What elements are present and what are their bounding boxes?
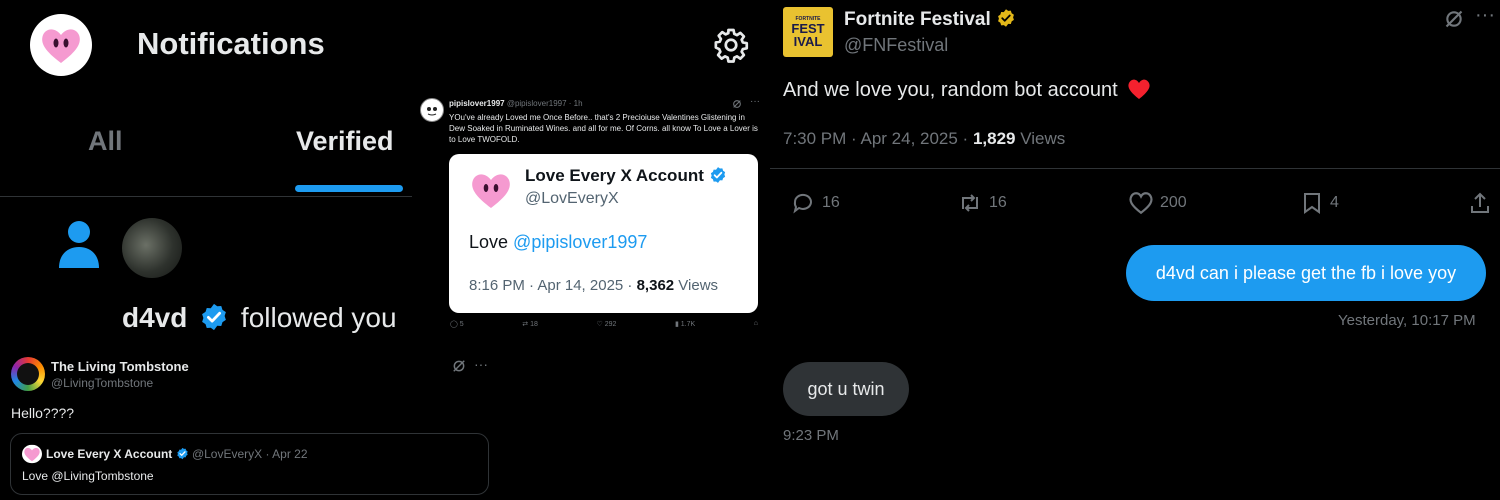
lt-avatar[interactable]	[11, 357, 45, 391]
card-name[interactable]: Love Every X Account	[525, 166, 704, 185]
divider	[770, 168, 1500, 169]
pipis-body: YOu've already Loved me Once Before.. th…	[449, 113, 758, 144]
cartoon-face-icon	[427, 107, 437, 116]
more-icon[interactable]: ···	[1475, 4, 1495, 27]
tab-verified[interactable]: Verified	[296, 126, 394, 157]
more-icon[interactable]: ···	[474, 356, 488, 372]
repost-button[interactable]: ⇄ 18	[522, 320, 538, 328]
person-icon	[59, 221, 99, 268]
follow-text: followed you	[240, 302, 397, 333]
fn-author: Fortnite Festival	[844, 8, 1016, 31]
repost-button[interactable]: 16	[957, 191, 1007, 215]
notifications-panel: Notifications All Verified d4vd followed…	[0, 0, 412, 338]
reply-button[interactable]: ◯ 5	[450, 320, 464, 328]
reply-icon	[793, 193, 812, 214]
lt-name[interactable]: The Living Tombstone	[51, 359, 189, 374]
bookmark-icon	[1304, 193, 1320, 214]
red-heart-icon	[1128, 79, 1150, 99]
bookmark-button[interactable]: 4	[1300, 191, 1339, 215]
fn-views-label: Views	[1015, 129, 1066, 148]
quote-header: Love Every X Account @LovEveryX · Apr 22	[46, 447, 308, 461]
embedded-tweet-card[interactable]: Love Every X Account @LovEveryX Love @pi…	[449, 154, 758, 313]
grok-icon[interactable]	[452, 359, 466, 373]
verified-badge-icon	[176, 447, 188, 460]
fn-tweet-text: And we love you, random bot account	[783, 78, 1151, 102]
pink-heart-icon	[42, 29, 80, 63]
follow-notification[interactable]: d4vd followed you	[122, 302, 397, 334]
quote-name[interactable]: Love Every X Account	[46, 447, 172, 461]
grok-icon[interactable]	[1444, 9, 1464, 29]
sent-message-time: Yesterday, 10:17 PM	[1338, 312, 1476, 329]
quote-meta: @LovEveryX · Apr 22	[191, 447, 308, 461]
mention-link[interactable]: @pipislover1997	[513, 232, 647, 252]
like-count: 200	[1160, 194, 1187, 211]
page-title: Notifications	[137, 26, 325, 61]
bookmark-count: 4	[1330, 194, 1339, 211]
fn-time: 7:30 PM · Apr 24, 2025 ·	[783, 129, 973, 148]
pipis-name[interactable]: pipislover1997	[449, 99, 505, 108]
fn-timestamp: 7:30 PM · Apr 24, 2025 · 1,829 Views	[783, 129, 1065, 149]
settings-gear-icon[interactable]	[713, 27, 749, 63]
verified-badge-icon	[202, 303, 227, 331]
card-timestamp: 8:16 PM · Apr 14, 2025 · 8,362 Views	[469, 277, 718, 294]
share-icon[interactable]	[1468, 191, 1492, 215]
pipis-header: pipislover1997 @pipislover1997 · 1h	[449, 99, 583, 108]
lt-text: Hello????	[11, 405, 75, 421]
pink-heart-icon	[472, 174, 510, 208]
received-message-bubble[interactable]: got u twin	[783, 362, 909, 416]
tab-all[interactable]: All	[88, 126, 123, 157]
fn-views-count: 1,829	[972, 129, 1016, 148]
pipis-meta: @pipislover1997 · 1h	[506, 99, 583, 108]
pipis-avatar[interactable]	[420, 98, 444, 122]
skull-icon	[17, 363, 39, 385]
card-views-label: Views	[674, 277, 719, 294]
more-icon[interactable]: ···	[750, 96, 760, 107]
fn-handle[interactable]: @FNFestival	[844, 35, 948, 56]
follower-avatar[interactable]	[122, 218, 182, 278]
bookmark-icon[interactable]: ⌂	[754, 320, 758, 328]
repost-count: 16	[989, 194, 1007, 211]
fortnite-festival-logo[interactable]: FORTNITE FEST IVAL	[783, 7, 833, 57]
fn-name[interactable]: Fortnite Festival	[844, 9, 991, 30]
card-text: Love @pipislover1997	[469, 232, 647, 253]
quote-tweet-card[interactable]	[10, 433, 489, 495]
divider	[0, 196, 412, 197]
card-time: 8:16 PM · Apr 14, 2025 ·	[469, 277, 637, 294]
follower-name[interactable]: d4vd	[122, 302, 187, 333]
received-message-time: 9:23 PM	[783, 427, 839, 444]
quote-text: Love @LivingTombstone	[22, 469, 154, 483]
sent-message-bubble[interactable]: d4vd can i please get the fb i love yoy	[1126, 245, 1486, 301]
grok-icon[interactable]	[732, 99, 742, 109]
fn-text: And we love you, random bot account	[783, 79, 1118, 101]
reply-count: 16	[822, 194, 840, 211]
lt-handle[interactable]: @LivingTombstone	[51, 376, 153, 390]
card-author: Love Every X Account	[525, 166, 727, 186]
card-handle[interactable]: @LovEveryX	[525, 190, 619, 208]
card-views-count: 8,362	[636, 277, 675, 294]
verified-badge-icon	[710, 167, 725, 183]
repost-icon	[962, 194, 978, 212]
active-tab-indicator	[295, 185, 403, 192]
pink-heart-icon	[22, 444, 42, 464]
heart-outline-icon	[1129, 192, 1153, 215]
gold-verified-badge-icon	[998, 9, 1014, 27]
avatar[interactable]	[30, 14, 92, 76]
like-button[interactable]: 200	[1128, 191, 1187, 215]
reply-button[interactable]: 16	[790, 191, 840, 215]
card-text-prefix: Love	[469, 232, 514, 252]
views-button[interactable]: ▮ 1.7K	[675, 320, 695, 328]
pipis-action-bar: ◯ 5 ⇄ 18 ♡ 292 ▮ 1.7K ⌂	[450, 320, 758, 328]
like-button[interactable]: ♡ 292	[596, 320, 616, 328]
